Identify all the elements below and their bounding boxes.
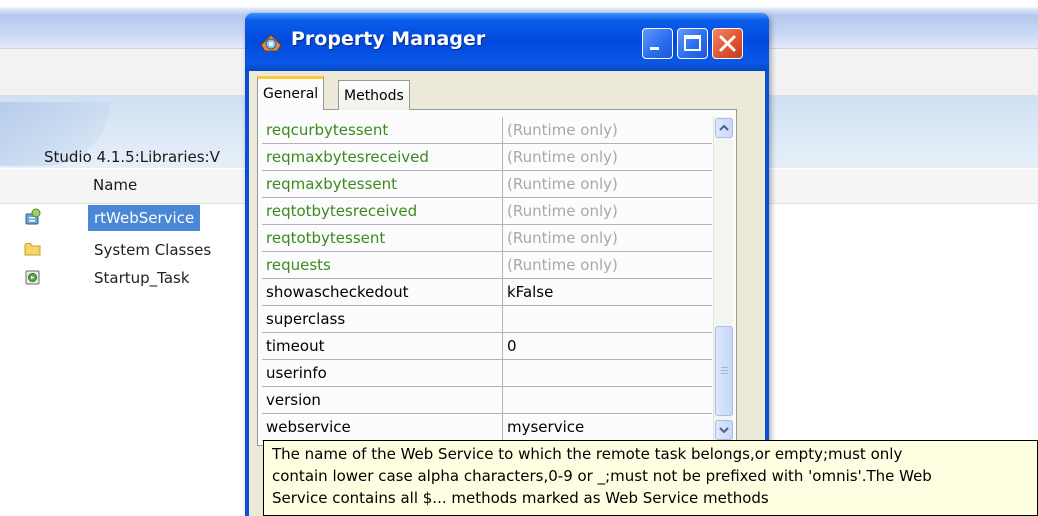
tooltip-line: Service contains all $... methods marked… bbox=[272, 489, 769, 507]
property-row[interactable]: userinfo bbox=[262, 360, 712, 387]
property-value[interactable] bbox=[504, 387, 712, 413]
property-name: timeout bbox=[262, 333, 503, 359]
property-value[interactable]: (Runtime only) bbox=[504, 171, 712, 197]
property-name: reqcurbytessent bbox=[262, 117, 503, 143]
property-name: reqmaxbytessent bbox=[262, 171, 503, 197]
property-value[interactable]: (Runtime only) bbox=[504, 252, 712, 278]
property-value[interactable]: (Runtime only) bbox=[504, 117, 712, 143]
property-grid: reqcurbytessent (Runtime only) reqmaxbytes… bbox=[262, 117, 712, 441]
tooltip-line: The name of the Web Service to which the… bbox=[272, 445, 903, 463]
close-button[interactable] bbox=[712, 28, 743, 59]
property-name: version bbox=[262, 387, 503, 413]
scroll-down-button[interactable] bbox=[715, 420, 733, 440]
property-row[interactable]: version bbox=[262, 387, 712, 414]
property-manager-icon bbox=[260, 34, 282, 52]
property-value[interactable]: (Runtime only) bbox=[504, 144, 712, 170]
property-row[interactable]: showascheckedout kFalse bbox=[262, 279, 712, 306]
grip-line bbox=[721, 370, 728, 371]
chevron-down-icon bbox=[719, 427, 729, 434]
property-value[interactable]: 0 bbox=[504, 333, 712, 359]
close-icon bbox=[719, 35, 736, 52]
remote-task-icon bbox=[25, 208, 41, 225]
property-row[interactable]: superclass bbox=[262, 306, 712, 333]
grip-line bbox=[721, 367, 728, 368]
tooltip-line: contain lower case alpha characters,0-9 … bbox=[272, 467, 932, 485]
folder-icon bbox=[24, 243, 41, 256]
chevron-up-icon bbox=[719, 124, 729, 131]
property-row[interactable]: requests (Runtime only) bbox=[262, 252, 712, 279]
tab-methods[interactable]: Methods bbox=[338, 80, 410, 110]
desktop: Studio 4.1.5:Libraries:V Name rtWebServi… bbox=[0, 0, 1038, 516]
property-value[interactable]: kFalse bbox=[504, 279, 712, 305]
task-icon bbox=[25, 270, 40, 285]
property-row[interactable]: timeout 0 bbox=[262, 333, 712, 360]
scroll-thumb[interactable] bbox=[715, 326, 733, 416]
maximize-button[interactable] bbox=[677, 28, 708, 59]
property-name: webservice bbox=[262, 414, 503, 440]
grip-line bbox=[721, 373, 728, 374]
list-item-rtwebservice[interactable]: rtWebService bbox=[88, 205, 201, 231]
minimize-icon bbox=[650, 47, 659, 50]
property-row[interactable]: reqtotbytesreceived (Runtime only) bbox=[262, 198, 712, 225]
property-manager-titlebar[interactable]: Property Manager bbox=[245, 13, 769, 71]
window-title: Property Manager bbox=[291, 28, 486, 50]
property-name: reqtotbytessent bbox=[262, 225, 503, 251]
property-name: superclass bbox=[262, 306, 503, 332]
property-row[interactable]: webservice myservice bbox=[262, 414, 712, 441]
property-row[interactable]: reqmaxbytessent (Runtime only) bbox=[262, 171, 712, 198]
property-value[interactable]: myservice bbox=[504, 414, 712, 440]
property-row[interactable]: reqcurbytessent (Runtime only) bbox=[262, 117, 712, 144]
tab-general[interactable]: General bbox=[257, 76, 325, 110]
property-value[interactable] bbox=[504, 306, 712, 332]
property-name: reqmaxbytesreceived bbox=[262, 144, 503, 170]
property-row[interactable]: reqmaxbytesreceived (Runtime only) bbox=[262, 144, 712, 171]
property-value[interactable] bbox=[504, 360, 712, 386]
minimize-button[interactable] bbox=[642, 28, 673, 59]
property-value[interactable]: (Runtime only) bbox=[504, 198, 712, 224]
property-value[interactable]: (Runtime only) bbox=[504, 225, 712, 251]
library-path: Studio 4.1.5:Libraries:V bbox=[44, 148, 220, 166]
maximize-icon bbox=[684, 35, 701, 51]
property-name: userinfo bbox=[262, 360, 503, 386]
property-row[interactable]: reqtotbytessent (Runtime only) bbox=[262, 225, 712, 252]
list-item-startup-task[interactable]: Startup_Task bbox=[88, 265, 196, 291]
property-name: requests bbox=[262, 252, 503, 278]
property-name: showascheckedout bbox=[262, 279, 503, 305]
vertical-scrollbar[interactable] bbox=[713, 117, 733, 441]
list-item-system-classes[interactable]: System Classes bbox=[88, 237, 217, 263]
property-tooltip: The name of the Web Service to which the… bbox=[263, 440, 1038, 516]
scroll-up-button[interactable] bbox=[715, 118, 733, 138]
column-header-name[interactable]: Name bbox=[93, 176, 137, 194]
property-name: reqtotbytesreceived bbox=[262, 198, 503, 224]
